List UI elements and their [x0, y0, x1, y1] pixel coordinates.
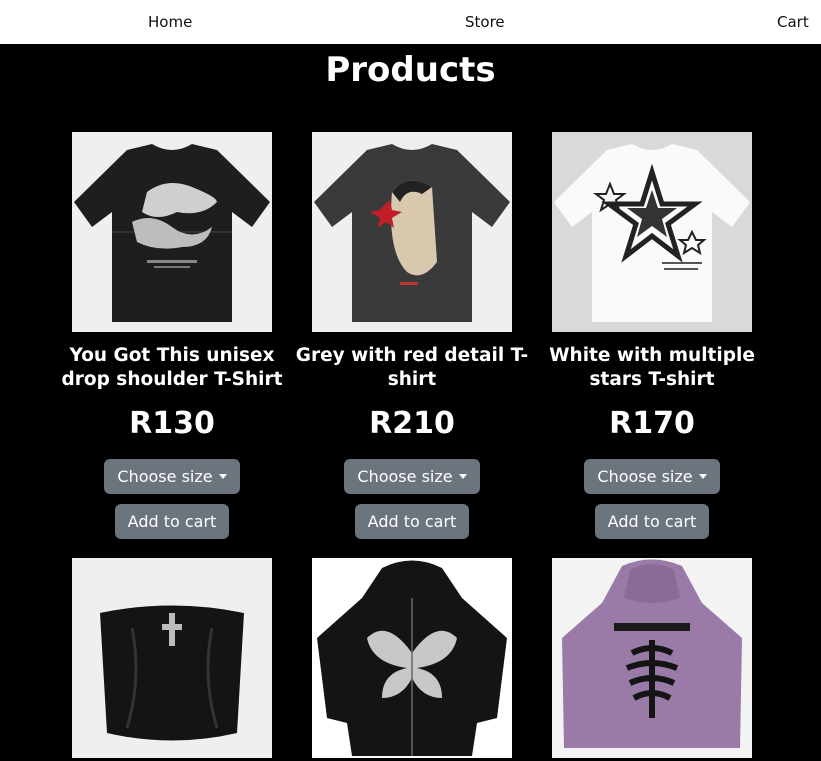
- product-card: [292, 558, 532, 758]
- product-price: R210: [369, 406, 455, 441]
- product-image[interactable]: [72, 132, 272, 332]
- product-image[interactable]: [552, 558, 752, 758]
- product-name: You Got This unisex drop shoulder T-Shir…: [61, 345, 283, 390]
- choose-size-dropdown[interactable]: Choose size: [344, 459, 480, 494]
- choose-size-label: Choose size: [117, 467, 213, 486]
- choose-size-label: Choose size: [597, 467, 693, 486]
- caret-down-icon: [698, 474, 707, 479]
- product-card: [52, 558, 292, 758]
- caret-down-icon: [458, 474, 467, 479]
- product-name: White with multiple stars T-shirt: [549, 345, 755, 390]
- product-card: [532, 558, 772, 758]
- top-navbar: Home Store Cart: [0, 0, 821, 44]
- product-name: Grey with red detail T-shirt: [295, 345, 529, 390]
- page-title: Products: [325, 50, 496, 90]
- add-to-cart-button[interactable]: Add to cart: [114, 504, 230, 539]
- add-to-cart-button[interactable]: Add to cart: [354, 504, 470, 539]
- nav-home-link[interactable]: Home: [148, 13, 192, 31]
- product-image[interactable]: [312, 558, 512, 758]
- add-to-cart-button[interactable]: Add to cart: [594, 504, 710, 539]
- caret-down-icon: [218, 474, 227, 479]
- product-card: White with multiple stars T-shirt R170 C…: [532, 132, 772, 539]
- nav-cart-link[interactable]: Cart: [777, 13, 809, 31]
- product-image[interactable]: [72, 558, 272, 758]
- nav-store-link[interactable]: Store: [465, 13, 505, 31]
- product-price: R130: [129, 406, 215, 441]
- product-image[interactable]: [552, 132, 752, 332]
- product-price: R170: [609, 406, 695, 441]
- choose-size-dropdown[interactable]: Choose size: [584, 459, 720, 494]
- choose-size-label: Choose size: [357, 467, 453, 486]
- product-card: Grey with red detail T-shirt R210 Choose…: [292, 132, 532, 539]
- choose-size-dropdown[interactable]: Choose size: [104, 459, 240, 494]
- product-image[interactable]: [312, 132, 512, 332]
- product-card: You Got This unisex drop shoulder T-Shir…: [52, 132, 292, 539]
